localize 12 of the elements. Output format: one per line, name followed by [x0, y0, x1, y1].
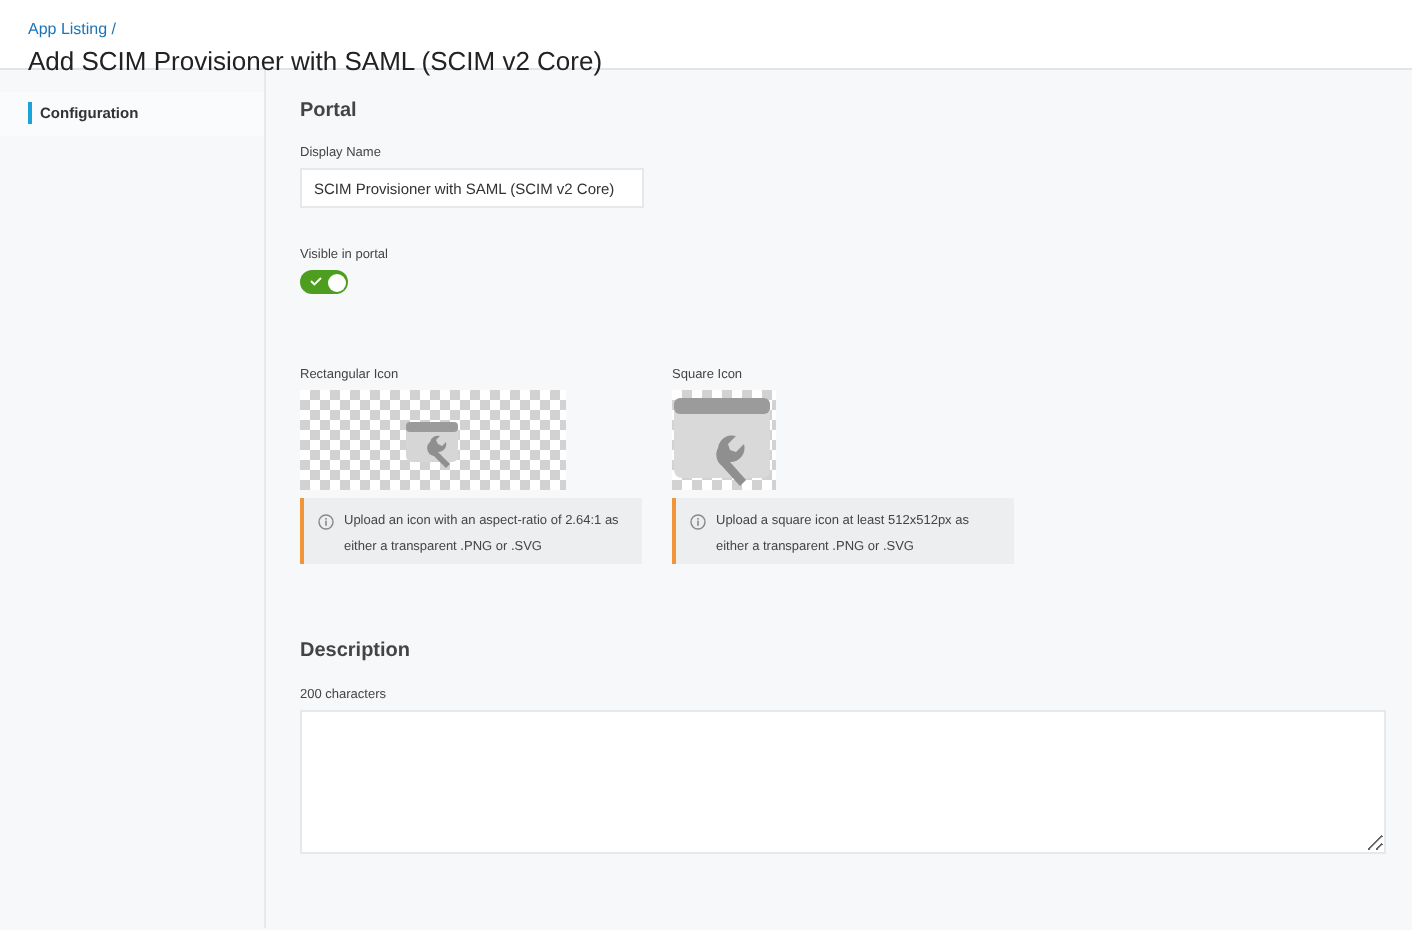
icon-preview[interactable]: [672, 390, 776, 490]
icon-preview[interactable]: [300, 390, 566, 490]
section-heading: Portal: [300, 100, 359, 122]
toggle-switch[interactable]: [300, 270, 348, 294]
info-icon: [318, 513, 334, 529]
breadcrumb-link[interactable]: App Listing /: [28, 20, 117, 40]
page-title: Add SCIM Provisioner with SAML (SCIM v2 Core): [28, 46, 605, 76]
info-icon: [690, 513, 706, 529]
check-icon: [310, 276, 322, 286]
description-field[interactable]: [300, 710, 1386, 854]
section-heading: Description: [300, 640, 413, 662]
window-wrench-icon: [672, 398, 776, 488]
